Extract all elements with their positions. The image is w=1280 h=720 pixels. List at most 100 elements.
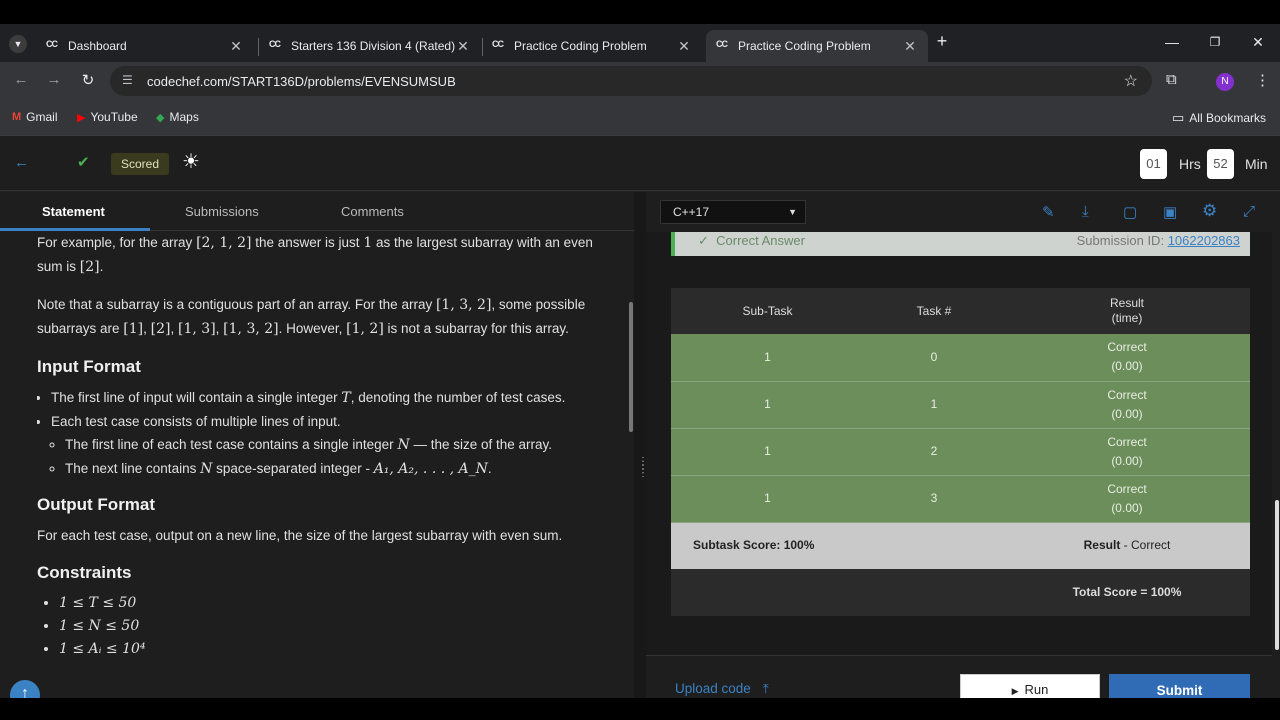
result-text: Correct bbox=[1107, 481, 1147, 496]
result-text: Correct bbox=[1107, 434, 1147, 449]
cell-subtask: 1 bbox=[671, 334, 864, 382]
back-arrow-icon[interactable]: ← bbox=[11, 71, 31, 88]
text: The first line of input will contain a s… bbox=[51, 390, 342, 405]
all-bookmarks[interactable]: ▭ All Bookmarks bbox=[1172, 110, 1266, 126]
download-icon[interactable]: ⤓ bbox=[1082, 203, 1089, 220]
close-icon[interactable]: ✕ bbox=[455, 38, 471, 55]
close-icon[interactable]: ✕ bbox=[676, 38, 692, 55]
text: the answer is just bbox=[251, 235, 364, 250]
save-icon[interactable]: ▣ bbox=[1163, 203, 1177, 221]
result-time: (0.00) bbox=[1111, 406, 1143, 421]
address-bar[interactable]: ☰ codechef.com/START136D/problems/EVENSU… bbox=[110, 66, 1152, 96]
math: [1, 3, 2] bbox=[223, 321, 279, 337]
browser-tab-starters[interactable]: CC Starters 136 Division 4 (Rated) C ✕ bbox=[259, 30, 481, 62]
result-text: Correct bbox=[1107, 340, 1147, 355]
list-item: The first line of input will contain a s… bbox=[51, 386, 607, 410]
text: Note that a subarray is a contiguous par… bbox=[37, 297, 436, 312]
tab-comments[interactable]: Comments bbox=[341, 204, 404, 219]
submission-id-link[interactable]: 1062202863 bbox=[1168, 233, 1240, 248]
browser-tab-dashboard[interactable]: CC Dashboard ✕ bbox=[36, 30, 254, 62]
run-button[interactable]: ▶ Run bbox=[960, 674, 1100, 698]
tab-search-chevron-icon[interactable]: ▼ bbox=[9, 35, 27, 53]
extensions-puzzle-icon[interactable]: ⧉ bbox=[1166, 71, 1177, 88]
math: [2, 1, 2] bbox=[196, 235, 252, 251]
verdict-label: Correct Answer bbox=[716, 233, 805, 248]
codechef-favicon-icon: CC bbox=[269, 39, 281, 49]
submit-button[interactable]: Submit bbox=[1109, 674, 1250, 698]
browser-toolbar: ← → ↻ ☰ codechef.com/START136D/problems/… bbox=[0, 62, 1280, 100]
table-row: 1 3 Correct (0.00) bbox=[671, 475, 1250, 523]
bookmark-star-icon[interactable]: ☆ bbox=[1124, 71, 1138, 91]
site-settings-icon[interactable]: ☰ bbox=[122, 73, 133, 87]
language-select[interactable]: C++17 ▼ bbox=[660, 200, 806, 224]
scroll-top-arrow-icon[interactable]: ↑ bbox=[10, 680, 40, 698]
bookmark-youtube[interactable]: ▶ YouTube bbox=[77, 110, 138, 124]
statement-scrollbar[interactable] bbox=[629, 302, 633, 432]
sun-theme-icon[interactable]: ☀ bbox=[182, 149, 200, 174]
result-time: (0.00) bbox=[1111, 359, 1143, 374]
empty-cell bbox=[671, 569, 1004, 616]
codechef-favicon-icon: CC bbox=[716, 39, 728, 49]
tab-submissions[interactable]: Submissions bbox=[185, 204, 259, 219]
math: N bbox=[200, 461, 213, 477]
close-icon[interactable]: ✕ bbox=[902, 38, 918, 55]
total-score: Total Score = 100% bbox=[1004, 569, 1250, 616]
col-task: Task # bbox=[864, 288, 1004, 334]
timer-hours: 01 bbox=[1140, 149, 1167, 179]
close-icon[interactable]: ✕ bbox=[228, 38, 244, 55]
subtask-score-row: Subtask Score: 100% Result - Correct bbox=[671, 522, 1250, 569]
result-scrollbar[interactable] bbox=[1275, 500, 1279, 650]
drag-handle-icon[interactable]: ⋮ ⋮ ⋮ ⋮ bbox=[638, 457, 648, 479]
more-menu-icon[interactable]: ⋮ bbox=[1255, 71, 1270, 89]
upload-code-button[interactable]: Upload code ⤒ bbox=[675, 681, 769, 697]
browser-tab-practice-active[interactable]: CC Practice Coding Problem ✕ bbox=[706, 30, 928, 62]
cell-subtask: 1 bbox=[671, 428, 864, 476]
forward-arrow-icon[interactable]: → bbox=[44, 71, 64, 88]
window-close-icon[interactable]: ✕ bbox=[1248, 34, 1268, 51]
reload-icon[interactable]: ↻ bbox=[78, 71, 98, 89]
math: [1] bbox=[123, 321, 144, 337]
text: For example, for the array bbox=[37, 235, 197, 250]
restore-icon[interactable]: ❐ bbox=[1205, 35, 1225, 49]
overall-result: Result - Correct bbox=[1004, 522, 1250, 569]
settings-gear-icon[interactable]: ⚙ bbox=[1202, 201, 1217, 221]
cell-result: Correct (0.00) bbox=[1004, 334, 1250, 382]
col-subtask: Sub-Task bbox=[671, 288, 864, 334]
text: is not a subarray for this array. bbox=[383, 321, 569, 336]
bookmark-maps[interactable]: ◆ Maps bbox=[156, 110, 199, 124]
fullscreen-icon[interactable]: ⤢ bbox=[1243, 203, 1255, 220]
timer-minutes: 52 bbox=[1207, 149, 1234, 179]
bookmark-label: YouTube bbox=[90, 110, 138, 124]
result-text: Correct bbox=[1107, 387, 1147, 402]
total-score-row: Total Score = 100% bbox=[671, 569, 1250, 616]
math: [1, 3] bbox=[178, 321, 216, 337]
tab-title: Starters 136 Division 4 (Rated) C bbox=[291, 39, 455, 53]
pane-splitter[interactable]: ⋮ ⋮ ⋮ ⋮ bbox=[634, 192, 648, 698]
all-bookmarks-label: All Bookmarks bbox=[1189, 111, 1266, 125]
bookmark-label: Maps bbox=[169, 110, 199, 124]
upload-label: Upload code bbox=[675, 681, 751, 696]
text: — the size of the array. bbox=[409, 437, 552, 452]
bookmark-gmail[interactable]: M Gmail bbox=[12, 110, 58, 124]
cell-task: 2 bbox=[864, 428, 1004, 476]
note-paragraph: Note that a subarray is a contiguous par… bbox=[37, 297, 586, 337]
cell-task: 0 bbox=[864, 334, 1004, 382]
list-item: Each test case consists of multiple line… bbox=[51, 410, 607, 481]
input-format-sublist: The first line of each test case contain… bbox=[65, 433, 607, 481]
tab-statement[interactable]: Statement bbox=[42, 204, 105, 219]
constraints-list: 1 ≤ T ≤ 50 1 ≤ N ≤ 50 1 ≤ Aᵢ ≤ 10⁴ bbox=[59, 592, 607, 661]
comment-icon[interactable]: ▢ bbox=[1123, 203, 1137, 221]
upload-arrow-icon: ⤒ bbox=[762, 681, 769, 696]
back-arrow-icon[interactable]: ← bbox=[14, 154, 29, 171]
browser-tab-practice[interactable]: CC Practice Coding Problem ✕ bbox=[482, 30, 702, 62]
profile-avatar[interactable]: N bbox=[1216, 73, 1234, 91]
problem-pane: Statement Submissions Comments For examp… bbox=[0, 192, 634, 698]
new-tab-plus-icon[interactable]: + bbox=[932, 31, 952, 52]
minimize-icon[interactable]: — bbox=[1162, 34, 1182, 50]
result-label: Result bbox=[1083, 538, 1121, 553]
example-paragraph: For example, for the array [2, 1, 2] the… bbox=[37, 231, 607, 279]
magic-wand-icon[interactable]: ✎ bbox=[1042, 203, 1055, 221]
tab-title: Dashboard bbox=[68, 39, 127, 53]
text: The first line of each test case contain… bbox=[65, 437, 398, 452]
problem-tabs: Statement Submissions Comments bbox=[0, 192, 634, 231]
